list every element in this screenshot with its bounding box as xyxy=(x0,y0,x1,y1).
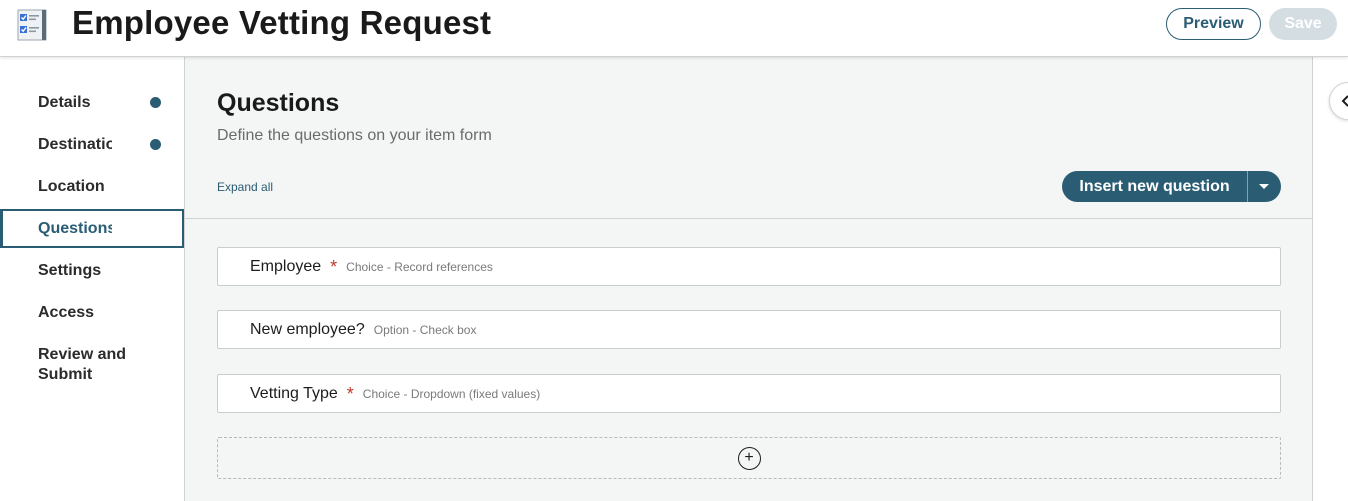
question-card-new-employee[interactable]: New employee? Option - Check box xyxy=(217,310,1281,349)
sidebar-item-destination[interactable]: Destination xyxy=(0,136,184,154)
preview-button[interactable]: Preview xyxy=(1166,8,1261,40)
add-question-dropzone[interactable]: + xyxy=(217,437,1281,479)
header-divider xyxy=(185,218,1312,219)
sidebar-item-access[interactable]: Access xyxy=(0,304,184,322)
sidebar-item-label: Access xyxy=(38,304,95,321)
add-circle-icon[interactable]: + xyxy=(737,446,761,470)
sidebar-item-review-submit[interactable]: Review and Submit xyxy=(0,345,184,385)
status-dot-icon xyxy=(150,139,161,150)
sidebar-item-label: Review and Submit xyxy=(38,346,127,383)
checklist-icon xyxy=(17,9,47,41)
sidebar-item-label: Questions xyxy=(38,219,112,237)
status-dot-icon xyxy=(150,97,161,108)
sidebar-item-label: Destination xyxy=(38,136,112,153)
page-title: Employee Vetting Request xyxy=(72,4,492,41)
sidebar-item-questions[interactable]: Questions xyxy=(0,209,184,248)
right-rail xyxy=(1312,57,1348,501)
sidebar-item-label: Settings xyxy=(38,262,102,279)
sidebar-item-location[interactable]: Location xyxy=(0,178,184,196)
question-card-employee[interactable]: Employee * Choice - Record references xyxy=(217,247,1281,286)
sidebar-item-details[interactable]: Details xyxy=(0,94,184,112)
chevron-left-icon xyxy=(1341,95,1348,107)
questions-panel: Questions Define the questions on your i… xyxy=(185,57,1312,501)
question-name: Vetting Type xyxy=(250,384,338,402)
question-card-vetting-type[interactable]: Vetting Type * Choice - Dropdown (fixed … xyxy=(217,374,1281,413)
question-type: Option - Check box xyxy=(373,322,477,337)
expand-all-link[interactable]: Expand all xyxy=(217,180,273,194)
insert-question-split-button: Insert new question xyxy=(1062,171,1281,202)
question-name: Employee xyxy=(250,257,322,275)
sidebar-item-settings[interactable]: Settings xyxy=(0,262,184,280)
question-type: Choice - Record references xyxy=(346,259,493,274)
save-button[interactable]: Save xyxy=(1269,8,1337,40)
sidebar-nav: Details Destination Location Questions S… xyxy=(0,57,185,501)
question-name: New employee? xyxy=(250,320,365,338)
section-subtitle: Define the questions on your item form xyxy=(217,127,492,144)
required-asterisk-icon: * xyxy=(346,384,354,404)
sidebar-item-label: Details xyxy=(38,94,91,111)
header-bar: Employee Vetting Request Preview Save xyxy=(0,0,1348,57)
required-asterisk-icon: * xyxy=(330,257,338,277)
question-type: Choice - Dropdown (fixed values) xyxy=(362,386,541,401)
chevron-down-icon[interactable] xyxy=(1248,171,1280,202)
sidebar-item-label: Location xyxy=(38,178,105,195)
insert-question-button[interactable]: Insert new question xyxy=(1062,171,1248,202)
section-title: Questions xyxy=(217,89,340,117)
